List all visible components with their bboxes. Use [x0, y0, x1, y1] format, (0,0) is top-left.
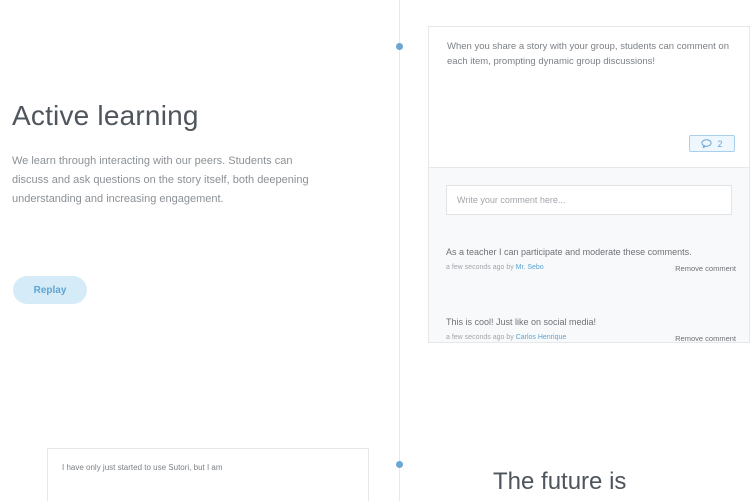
comment-timestamp: a few seconds ago by	[446, 264, 514, 271]
comment-text: As a teacher I can participate and moder…	[446, 247, 692, 257]
comment-author-link[interactable]: Mr. Sebo	[516, 264, 544, 271]
comment-meta: a few seconds ago by Mr. Sebo Remove com…	[446, 264, 736, 276]
page: Active learning We learn through interac…	[0, 0, 755, 501]
story-toolbar: 2	[429, 109, 749, 168]
story-card: When you share a story with your group, …	[428, 26, 750, 343]
comment-timestamp: a few seconds ago by	[446, 334, 514, 341]
remove-comment-link[interactable]: Remove comment	[675, 334, 736, 343]
story-text: When you share a story with your group, …	[447, 41, 729, 67]
testimonial-text: I have only just started to use Sutori, …	[62, 463, 223, 472]
replay-button[interactable]: Replay	[13, 276, 87, 304]
timeline-dot	[396, 43, 403, 50]
comment-meta: a few seconds ago by Carlos Henrique Rem…	[446, 334, 736, 346]
timeline-dot	[396, 461, 403, 468]
comment-input[interactable]	[446, 185, 732, 215]
section-title: Active learning	[12, 100, 199, 131]
comment-text: This is cool! Just like on social media!	[446, 317, 597, 327]
testimonial-card: I have only just started to use Sutori, …	[47, 448, 369, 501]
section-description: We learn through interacting with our pe…	[12, 155, 309, 205]
remove-comment-link[interactable]: Remove comment	[675, 264, 736, 273]
speech-bubble-icon	[701, 139, 713, 148]
comments-section: As a teacher I can participate and moder…	[429, 168, 749, 343]
comment-author-link[interactable]: Carlos Henrique	[516, 334, 567, 341]
comment-count: 2	[717, 138, 723, 149]
comment: As a teacher I can participate and moder…	[446, 246, 736, 276]
comment: This is cool! Just like on social media!…	[446, 316, 736, 346]
comment-count-button[interactable]: 2	[689, 135, 735, 152]
timeline-line	[399, 0, 400, 501]
next-section-title: The future is	[493, 468, 627, 495]
